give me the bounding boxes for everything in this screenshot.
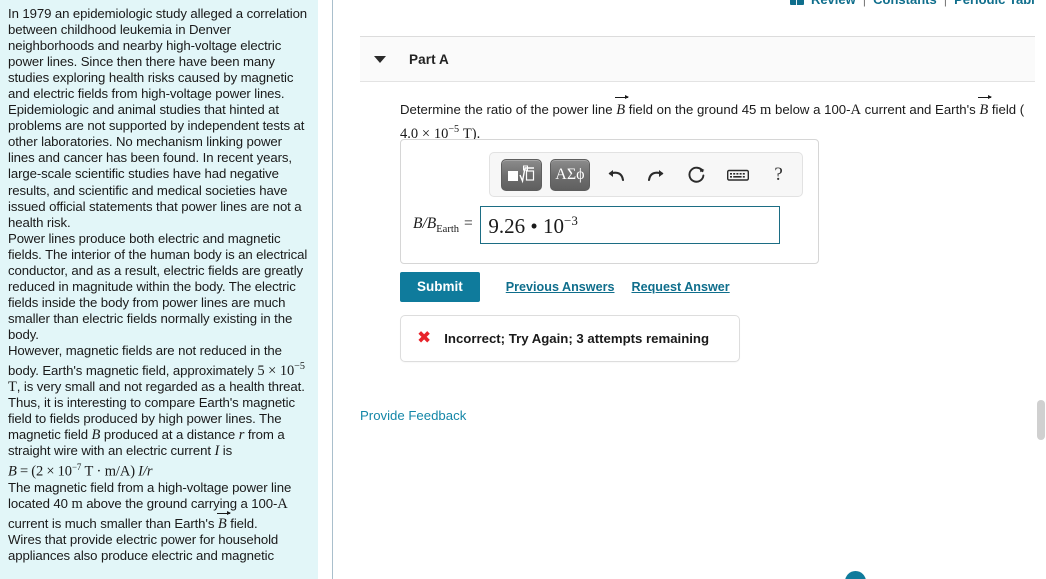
toolbar-separator-2: | <box>944 0 947 7</box>
problem-toolbar: Review | Constants | Periodic Table <box>789 0 1042 8</box>
symbol-r: r <box>238 427 245 444</box>
biot-savart-equation: B = (2 × 10−7 T · m/A) I/r <box>8 459 308 479</box>
chevron-down-icon[interactable] <box>374 55 386 63</box>
unit-amperes: A <box>277 495 288 512</box>
question-unit-m: m <box>760 102 772 118</box>
vector-B-symbol: B <box>216 510 231 532</box>
book-icon <box>789 0 804 5</box>
part-a-header[interactable]: Part A <box>360 37 1046 82</box>
answer-input[interactable]: 9.26 • 10−3 <box>480 206 781 244</box>
answer-input-value: 9.26 • 10−3 <box>488 212 578 238</box>
unit-meters: m <box>71 495 83 512</box>
math-template-icon[interactable] <box>501 158 542 191</box>
equation-exponent: −7 <box>71 462 82 473</box>
passage-paragraph-1: In 1979 an epidemiologic study alleged a… <box>8 6 308 230</box>
problem-panel: Review | Constants | Periodic Table Part… <box>333 0 1046 579</box>
question-text-e: field ( <box>991 102 1025 117</box>
previous-answers-link[interactable]: Previous Answers <box>506 280 615 294</box>
passage-p4-text-c: current is much smaller than Earth's <box>8 515 215 531</box>
help-chat-bubble[interactable] <box>845 571 866 579</box>
greek-symbols-button[interactable]: ΑΣϕ <box>549 158 591 191</box>
math-input-toolbar: ΑΣϕ ? <box>489 152 803 197</box>
undo-arrow-icon[interactable] <box>598 160 633 190</box>
question-text-b: field on the ground 45 <box>628 102 757 117</box>
action-row: Submit Previous Answers Request Answer <box>400 272 730 302</box>
answer-widget: ΑΣϕ ? B/BEarth = 9.26 • 10−3 <box>400 139 819 264</box>
passage-p3-text-a: However, magnetic fields are not reduced… <box>8 342 282 379</box>
reading-passage-panel: In 1979 an epidemiologic study alleged a… <box>0 0 318 579</box>
scrollbar-track[interactable] <box>1035 0 1046 579</box>
review-link[interactable]: Review <box>811 0 856 7</box>
scrollbar-thumb[interactable] <box>1037 400 1045 440</box>
feedback-banner: ✖ Incorrect; Try Again; 3 attempts remai… <box>400 315 740 362</box>
equation-equals: = <box>19 463 29 480</box>
reset-circular-arrow-icon[interactable] <box>680 160 715 190</box>
question-text-d: current and Earth's <box>864 102 976 117</box>
answer-label-subscript: Earth <box>436 224 460 236</box>
question-prompt: Determine the ratio of the power line B … <box>400 94 1026 144</box>
part-a-title: Part A <box>409 51 449 67</box>
x-mark-icon: ✖ <box>417 328 432 348</box>
answer-label: B/BEarth = <box>413 215 473 235</box>
provide-feedback-link[interactable]: Provide Feedback <box>360 408 466 423</box>
help-button[interactable]: ? <box>761 160 796 190</box>
equation-base: 10 <box>57 463 72 480</box>
passage-p3-text-c: produced at a distance <box>103 427 236 443</box>
symbol-B: B <box>91 427 101 444</box>
part-a-card: Part A Determine the ratio of the power … <box>360 36 1046 144</box>
passage-p4-text-d: field. <box>230 515 258 531</box>
equation-unit: T · m/A) <box>84 463 135 480</box>
passage-paragraph-3: However, magnetic fields are not reduced… <box>8 343 308 459</box>
feedback-message: Incorrect; Try Again; 3 attempts remaini… <box>444 331 710 346</box>
keyboard-icon[interactable] <box>720 160 755 190</box>
equation-open: (2 <box>31 463 44 480</box>
passage-p4-text-b: above the ground carrying a 100- <box>86 495 278 511</box>
equation-lhs: B <box>8 463 17 480</box>
constants-link[interactable]: Constants <box>873 0 937 7</box>
equation-rhs: I/r <box>138 463 153 480</box>
passage-paragraph-4: The magnetic field from a high-voltage p… <box>8 480 308 532</box>
vector-B-earth-icon: B <box>978 94 993 118</box>
passage-paragraph-5: Wires that provide electric power for ho… <box>8 531 279 563</box>
question-unit-A: A <box>850 102 861 118</box>
answer-row: B/BEarth = 9.26 • 10−3 <box>413 206 781 244</box>
vector-B-field-icon: B <box>615 94 629 118</box>
passage-paragraph-2: Power lines produce both electric and ma… <box>8 230 308 342</box>
question-text-c: below a 100- <box>775 102 851 117</box>
redo-arrow-icon[interactable] <box>639 160 674 190</box>
symbol-I: I <box>214 443 220 460</box>
answer-label-denominator: B <box>426 214 437 232</box>
submit-button[interactable]: Submit <box>400 272 480 302</box>
request-answer-link[interactable]: Request Answer <box>631 280 729 294</box>
equation-times: × <box>46 463 55 480</box>
answer-label-equals: = <box>462 214 474 232</box>
periodic-table-link[interactable]: Periodic Table <box>954 0 1042 7</box>
passage-p3-text-e: is <box>222 443 233 459</box>
question-text-a: Determine the ratio of the power line <box>400 102 613 117</box>
page-root: In 1979 an epidemiologic study alleged a… <box>0 0 1046 579</box>
toolbar-separator-1: | <box>863 0 866 7</box>
question-body: Determine the ratio of the power line B … <box>360 82 1046 144</box>
